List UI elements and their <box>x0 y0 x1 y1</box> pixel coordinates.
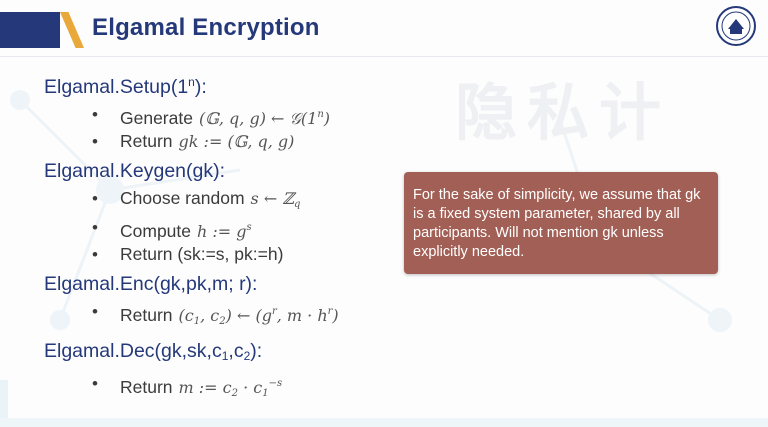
enc-heading: Elgamal.Enc(gk,pk,m; r): <box>44 273 258 295</box>
list-item: • Return (sk:=s, pk:=h) <box>92 244 284 264</box>
algorithm-list: Elgamal.Setup(1n): • Generate (𝔾, q, g) ← … <box>44 70 404 411</box>
watermark-text: 隐私计 <box>455 76 672 149</box>
title-bar-block <box>0 12 60 48</box>
dec-bullets: • Return m := c2 · c1−s <box>92 372 404 405</box>
header-divider <box>0 56 768 57</box>
keygen-bullets: • Choose random s ← ℤq • Compute h := gs • Re… <box>92 187 404 266</box>
title-bar-stripe <box>60 12 84 48</box>
list-item: • Choose random s ← ℤq <box>92 188 301 210</box>
list-item: • Return (c1, c2) ← (gr, m · hr) <box>92 302 339 327</box>
setup-bullets: • Generate (𝔾, q, g) ← 𝒢(1n) • Return gk := … <box>92 103 404 153</box>
university-seal-icon <box>716 6 756 46</box>
note-callout-text: For the sake of simplicity, we assume th… <box>413 187 701 260</box>
dec-heading: Elgamal.Dec(gk,sk,c1,c2): <box>44 340 263 363</box>
note-callout: For the sake of simplicity, we assume th… <box>404 172 718 274</box>
list-item: • Generate (𝔾, q, g) ← 𝒢(1n) <box>92 105 331 128</box>
slide: 隐私计 Elgamal Encryption Elgamal.Setup(1n)… <box>0 0 768 427</box>
keygen-heading: Elgamal.Keygen(gk): <box>44 160 226 182</box>
list-item: • Compute h := gs <box>92 218 252 241</box>
enc-bullets: • Return (c1, c2) ← (gr, m · hr) <box>92 300 404 333</box>
bottom-decor-strip <box>0 418 768 427</box>
list-item: • Return gk := (𝔾, q, g) <box>92 131 295 151</box>
slide-title: Elgamal Encryption <box>92 14 320 41</box>
list-item: • Return m := c2 · c1−s <box>92 374 283 399</box>
setup-heading: Elgamal.Setup(1n): <box>44 75 207 98</box>
